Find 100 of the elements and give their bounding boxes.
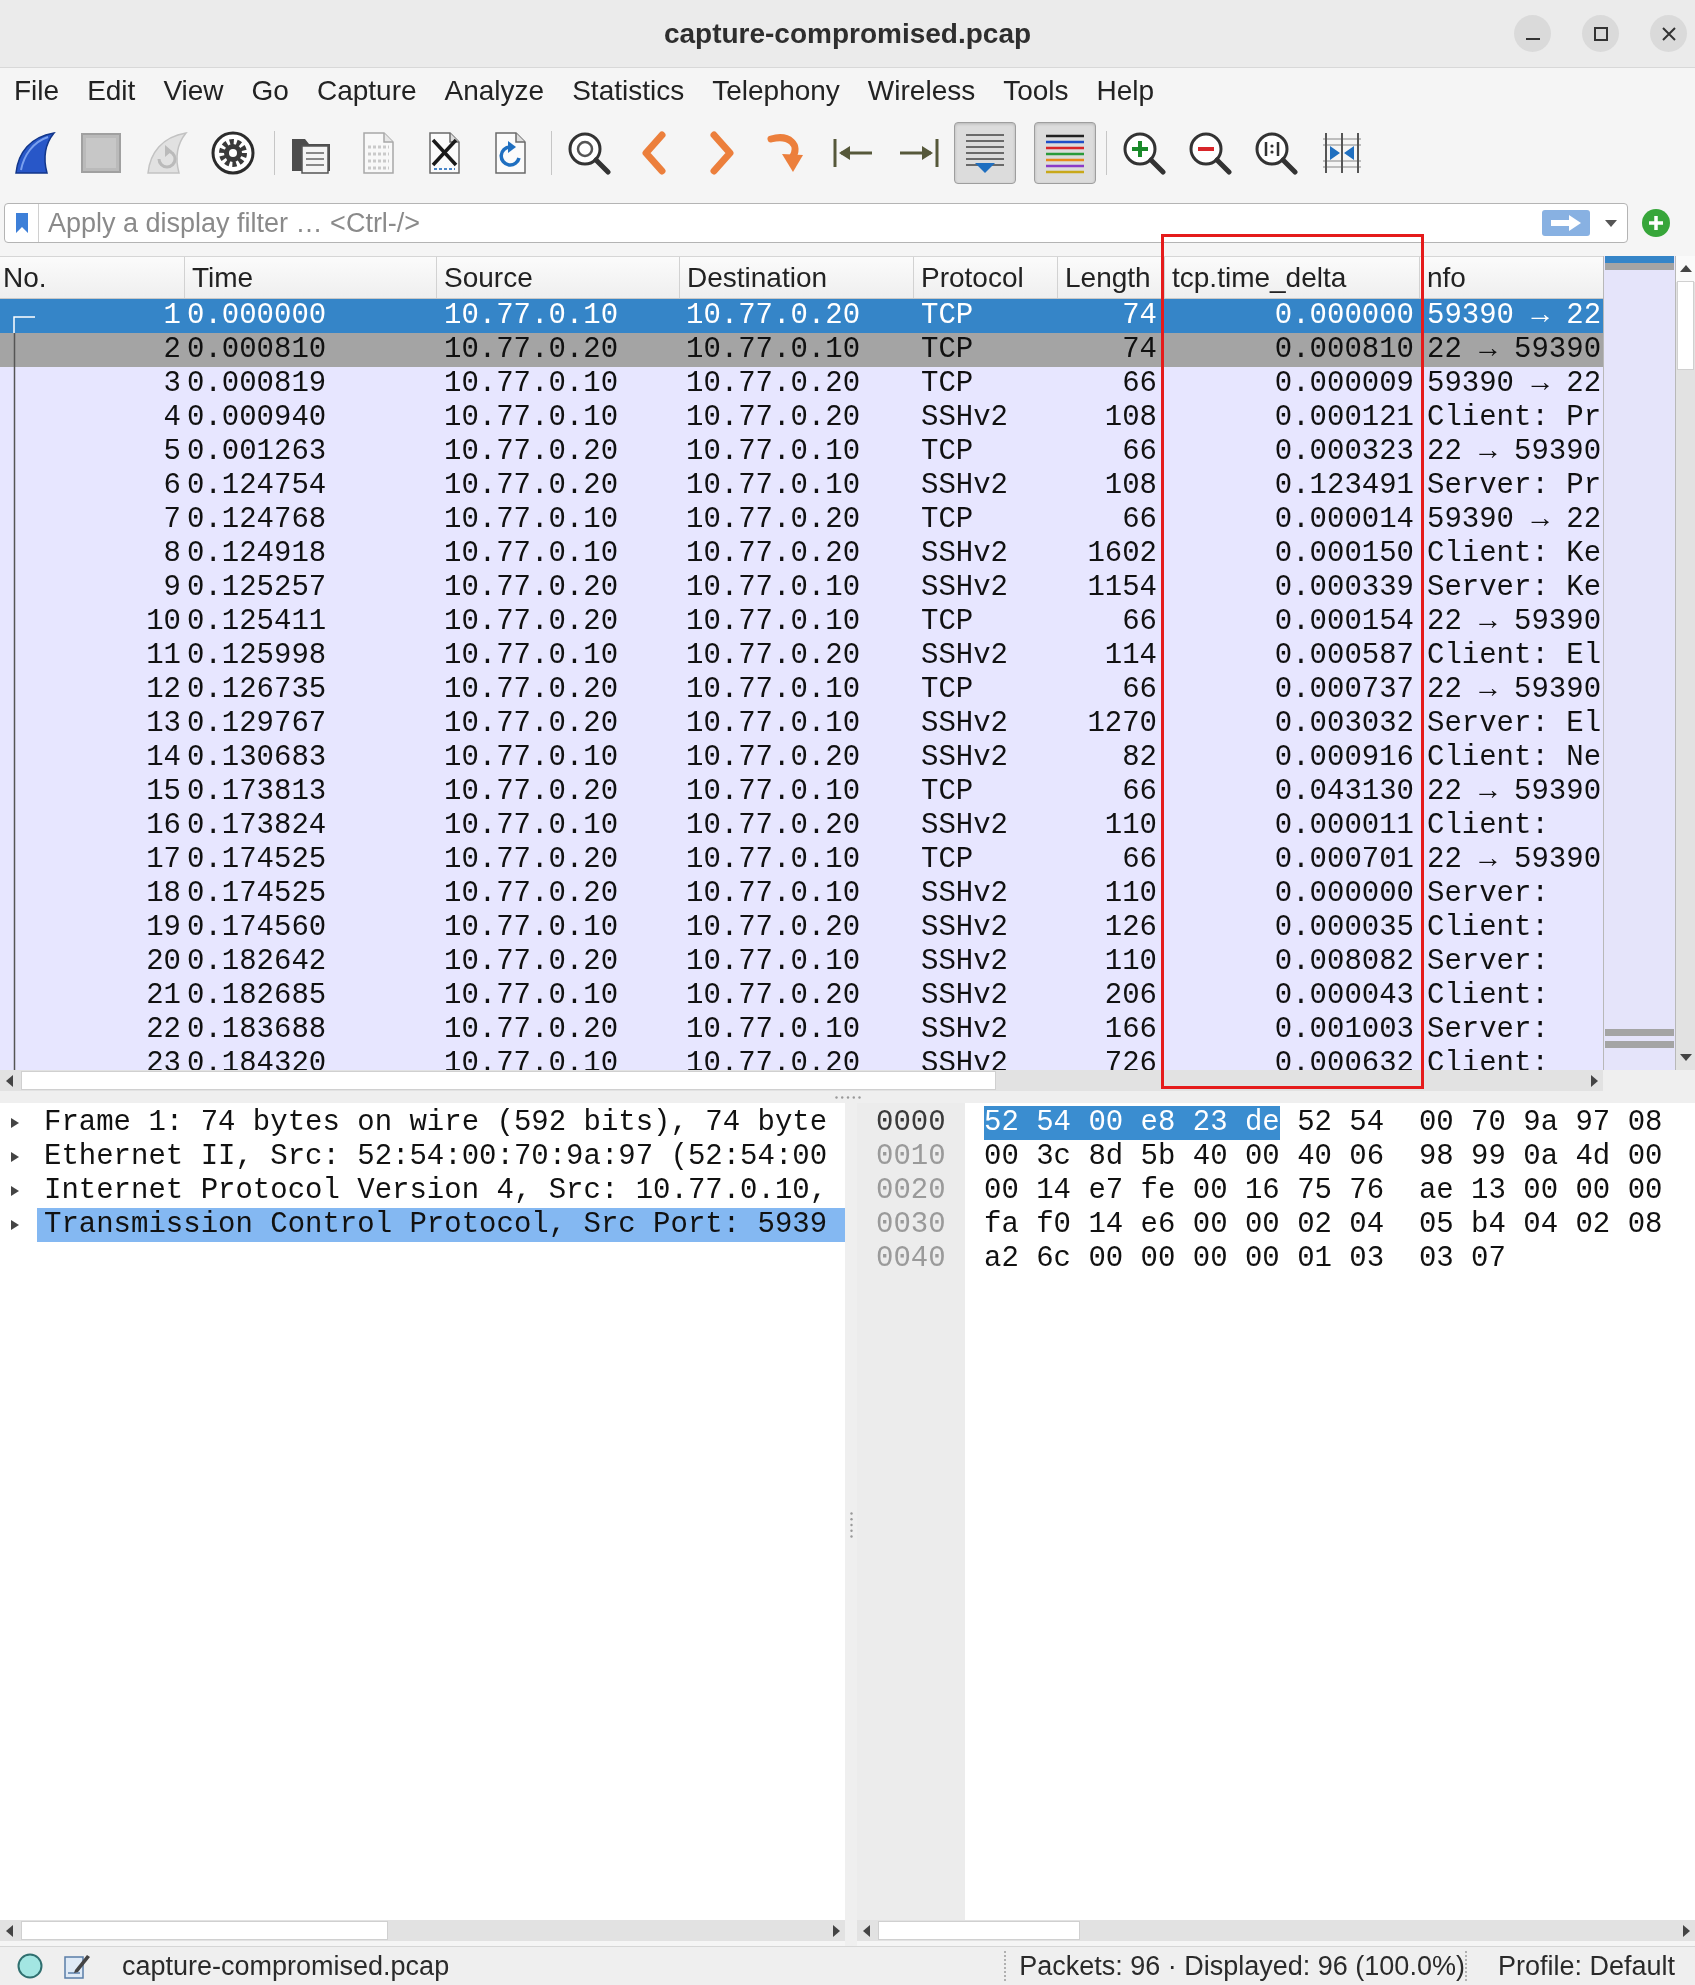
packet-row[interactable]: 22 0.183688 10.77.0.20 10.77.0.10 SSHv2 166 0.001003 Server: [0,1013,1603,1047]
status-profile[interactable]: Profile: Default [1497,1950,1675,1982]
menu-item[interactable]: Capture [302,70,431,111]
menu-item[interactable]: Analyze [430,70,559,111]
packet-row[interactable]: 5 0.001263 10.77.0.20 10.77.0.10 TCP 66 0.000323 22 → 59390 [0,435,1603,469]
hex-byte: e8 [1140,1106,1193,1140]
menu-item[interactable]: File [0,70,74,111]
scroll-left-icon[interactable] [863,1924,870,1937]
table-cell-text: 10.77.0.10 [443,979,620,1013]
packet-row[interactable]: 10 0.125411 10.77.0.20 10.77.0.10 TCP 66 0.000154 22 → 59390 [0,605,1603,639]
scroll-right-icon[interactable] [1591,1074,1598,1087]
table-cell-text: 10.77.0.10 [443,639,620,673]
column-header[interactable]: nfo [1420,257,1603,298]
edit-note-icon[interactable] [63,1952,91,1980]
horizontal-scrollbar[interactable] [857,1920,1695,1941]
menu-item[interactable]: View [149,70,238,111]
hex-byte: 08 [1627,1106,1663,1140]
table-cell-text: TCP [920,333,975,367]
table-cell-text: SSHv2 [920,945,1009,979]
horizontal-scrollbar[interactable] [0,1920,845,1941]
table-cell-text: Server: Ke [1426,571,1603,605]
packet-row[interactable]: 9 0.125257 10.77.0.20 10.77.0.10 SSHv2 1154 0.000339 Server: Ke [0,571,1603,605]
filter-input[interactable]: Apply a display filter … <Ctrl-/> [39,205,1542,241]
table-cell-text: 10.77.0.20 [685,809,862,843]
scroll-right-icon[interactable] [1683,1924,1690,1937]
filter-field[interactable]: Apply a display filter … <Ctrl-/> [4,203,1628,243]
status-circle-icon[interactable] [17,1953,43,1979]
tree-item[interactable]: Ethernet II, Src: 52:54:00:70:9a:97 (52:54:00 [37,1140,845,1174]
packet-row[interactable]: 19 0.174560 10.77.0.10 10.77.0.20 SSHv2 126 0.000035 Client: [0,911,1603,945]
packet-row[interactable]: 21 0.182685 10.77.0.10 10.77.0.20 SSHv2 206 0.000043 Client: [0,979,1603,1013]
menu-item[interactable]: Help [1082,70,1169,111]
packet-row[interactable]: 16 0.173824 10.77.0.10 10.77.0.20 SSHv2 110 0.000011 Client: [0,809,1603,843]
expand-arrow-icon[interactable] [10,1117,20,1129]
table-cell-text: 66 [1121,503,1158,537]
maximize-icon [1593,26,1608,41]
table-cell-text: Client: El [1426,639,1603,673]
scrollbar-handle[interactable] [21,1071,996,1090]
arrow-right-icon [1551,215,1581,231]
scroll-left-icon[interactable] [6,1074,13,1087]
expand-arrow-icon[interactable] [10,1185,20,1197]
column-header[interactable]: No. [0,257,185,298]
packet-row[interactable]: 15 0.173813 10.77.0.20 10.77.0.10 TCP 66 0.043130 22 → 59390 [0,775,1603,809]
scroll-right-icon[interactable] [833,1924,840,1937]
column-header[interactable]: Source [437,257,680,298]
tree-item[interactable]: Internet Protocol Version 4, Src: 10.77.0.10, [37,1174,845,1208]
scroll-down-icon[interactable] [1679,1054,1692,1061]
table-cell-text: 108 [1103,469,1158,503]
scrollbar-handle[interactable] [1677,281,1694,370]
scroll-up-icon[interactable] [1679,265,1692,272]
column-header[interactable]: tcp.time_delta [1165,257,1420,298]
packet-row[interactable]: 14 0.130683 10.77.0.10 10.77.0.20 SSHv2 82 0.000916 Client: Ne [0,741,1603,775]
autoscroll-button[interactable] [954,122,1016,184]
packet-row[interactable]: 13 0.129767 10.77.0.20 10.77.0.10 SSHv2 1270 0.003032 Server: El [0,707,1603,741]
expand-arrow-icon[interactable] [10,1151,20,1163]
hex-offset: 0000 [876,1106,947,1140]
vertical-scrollbar[interactable] [1676,256,1695,1070]
table-cell-text: 0.000035 [1273,911,1415,945]
packet-row[interactable]: 1 0.000000 10.77.0.10 10.77.0.20 TCP 74 0.000000 59390 → 22 [0,299,1603,333]
expand-arrow-icon[interactable] [10,1219,20,1231]
column-header[interactable]: Length [1058,257,1165,298]
column-header[interactable]: Destination [680,257,914,298]
splitter-grip-icon[interactable] [849,1511,853,1538]
close-icon [1661,26,1676,41]
horizontal-scrollbar[interactable] [0,1070,1603,1091]
packet-row[interactable]: 4 0.000940 10.77.0.10 10.77.0.20 SSHv2 108 0.000121 Client: Pr [0,401,1603,435]
menu-item[interactable]: Wireless [853,70,990,111]
packet-row[interactable]: 11 0.125998 10.77.0.10 10.77.0.20 SSHv2 114 0.000587 Client: El [0,639,1603,673]
caret-down-icon[interactable] [1605,219,1617,227]
column-header[interactable]: Protocol [914,257,1058,298]
packet-row[interactable]: 17 0.174525 10.77.0.20 10.77.0.10 TCP 66 0.000701 22 → 59390 [0,843,1603,877]
packet-row[interactable]: 7 0.124768 10.77.0.10 10.77.0.20 TCP 66 0.000014 59390 → 22 [0,503,1603,537]
maximize-button[interactable] [1582,15,1619,52]
colorize-button[interactable] [1034,122,1096,184]
close-button[interactable] [1650,15,1687,52]
scrollbar-handle[interactable] [21,1921,388,1940]
scrollbar-minimap[interactable] [1603,256,1676,1070]
bookmark-icon[interactable] [15,213,28,233]
scrollbar-handle[interactable] [878,1921,1080,1940]
packet-row[interactable]: 3 0.000819 10.77.0.10 10.77.0.20 TCP 66 0.000009 59390 → 22 [0,367,1603,401]
menu-item[interactable]: Telephony [698,70,854,111]
menu-item[interactable]: Edit [73,70,150,111]
scroll-left-icon[interactable] [6,1924,13,1937]
menu-item[interactable]: Tools [989,70,1083,111]
splitter-grip-icon[interactable] [834,1095,861,1099]
packet-row[interactable]: 8 0.124918 10.77.0.10 10.77.0.20 SSHv2 1602 0.000150 Client: Ke [0,537,1603,571]
tree-item[interactable]: Transmission Control Protocol, Src Port: 5939 [37,1208,845,1242]
packet-row[interactable]: 20 0.182642 10.77.0.20 10.77.0.10 SSHv2 110 0.008082 Server: [0,945,1603,979]
menu-item[interactable]: Go [237,70,303,111]
column-header[interactable]: Time [185,257,437,298]
plus-icon[interactable] [1642,209,1670,237]
packet-row[interactable]: 2 0.000810 10.77.0.20 10.77.0.10 TCP 74 0.000810 22 → 59390 [0,333,1603,367]
packet-row[interactable]: 6 0.124754 10.77.0.20 10.77.0.10 SSHv2 108 0.123491 Server: Pr [0,469,1603,503]
tree-item[interactable]: Frame 1: 74 bytes on wire (592 bits), 74 byte [37,1106,845,1140]
hex-offset: 0010 [876,1140,947,1174]
table-cell-text: 110 [1103,877,1158,911]
packet-row[interactable]: 18 0.174525 10.77.0.20 10.77.0.10 SSHv2 110 0.000000 Server: [0,877,1603,911]
minimize-button[interactable] [1514,15,1551,52]
menu-item[interactable]: Statistics [558,70,699,111]
hex-byte: 99 [1471,1140,1506,1174]
packet-row[interactable]: 12 0.126735 10.77.0.20 10.77.0.10 TCP 66 0.000737 22 → 59390 [0,673,1603,707]
